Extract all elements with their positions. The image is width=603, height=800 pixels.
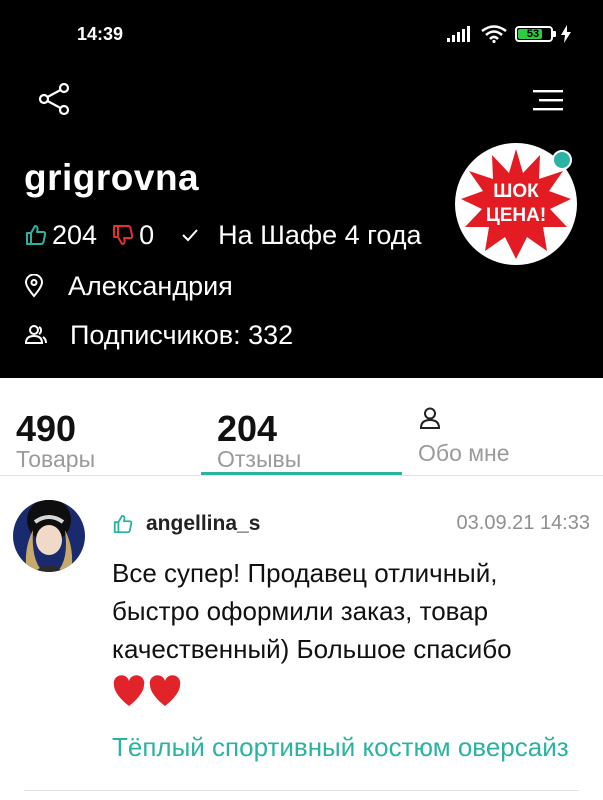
products-count: 490 <box>16 408 77 449</box>
tab-reviews-label: Отзывы <box>217 446 302 472</box>
thumbs-down-icon <box>113 225 134 245</box>
likes-count: 204 <box>52 219 98 250</box>
logo-line-2: ЦЕНА! <box>485 205 547 226</box>
tab-about-label: Обо мне <box>418 440 510 466</box>
checkmark-icon <box>182 229 198 242</box>
review-product-link[interactable]: Тёплый спортивный костюм оверсайз <box>112 732 572 763</box>
person-icon <box>419 407 441 429</box>
tab-products[interactable]: 490 Товары <box>0 378 201 476</box>
review-header: angellina_s <box>112 511 260 537</box>
logo-line-1: ШОК <box>493 181 539 202</box>
review-like-icon <box>113 514 133 534</box>
profile-username: grigrovna <box>24 157 200 198</box>
charging-icon <box>561 25 571 43</box>
location-pin-icon <box>24 274 44 298</box>
reviewer-username[interactable]: angellina_s <box>146 512 260 536</box>
online-indicator <box>552 150 572 170</box>
rating-row: 204 0 На Шафе 4 года <box>24 218 422 252</box>
battery-icon: 53 <box>515 26 556 42</box>
tab-about[interactable]: Обо мне <box>402 378 603 476</box>
member-since: На Шафе 4 года <box>218 219 422 250</box>
tab-reviews[interactable]: 204 Отзывы <box>201 378 402 476</box>
thumbs-up-icon <box>26 225 47 245</box>
profile-city: Александрия <box>68 270 233 301</box>
review-divider <box>24 790 579 791</box>
reviewer-avatar[interactable] <box>13 500 85 572</box>
reviews-count: 204 <box>217 408 278 449</box>
battery-level: 53 <box>526 28 540 40</box>
location-row: Александрия <box>24 269 233 303</box>
review-date: 03.09.21 14:33 <box>456 512 590 534</box>
profile-header: 14:39 53 grigrovna 204 0 На Шафе 4 года … <box>0 0 603 378</box>
reviewer-avatar-image <box>13 500 85 572</box>
heart-icon <box>149 675 181 706</box>
review-text: Все супер! Продавец отличный, быстро офо… <box>112 558 512 664</box>
signal-icon <box>447 26 470 42</box>
share-icon[interactable] <box>38 82 72 116</box>
review-hearts <box>112 674 184 713</box>
tab-products-label: Товары <box>16 446 96 472</box>
profile-tabs: 490 Товары 204 Отзывы Обо мне <box>0 378 603 476</box>
followers-count: Подписчиков: 332 <box>70 319 294 350</box>
heart-icon <box>113 675 145 706</box>
followers-row[interactable]: Подписчиков: 332 <box>24 318 293 352</box>
review-item: angellina_s 03.09.21 14:33 Все супер! Пр… <box>0 476 603 800</box>
status-time: 14:39 <box>77 24 124 44</box>
menu-icon[interactable] <box>533 88 563 112</box>
status-icons: 53 <box>447 22 571 46</box>
wifi-icon <box>481 25 507 43</box>
dislikes-count: 0 <box>139 219 155 250</box>
followers-icon <box>24 325 47 344</box>
